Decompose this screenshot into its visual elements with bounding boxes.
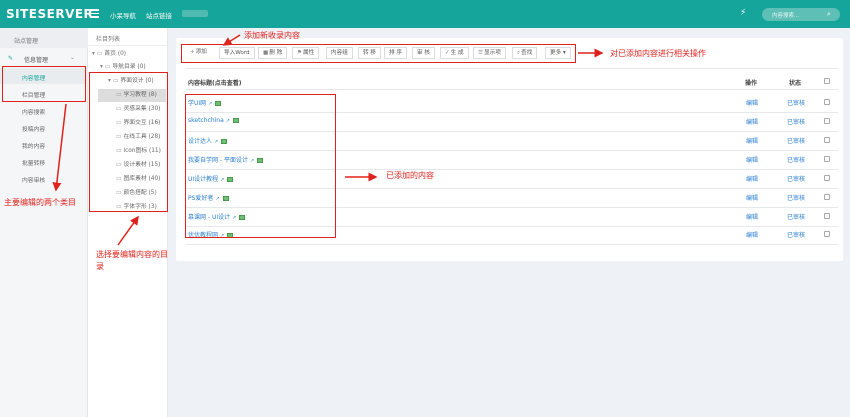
annotation-arrows — [52, 34, 604, 246]
